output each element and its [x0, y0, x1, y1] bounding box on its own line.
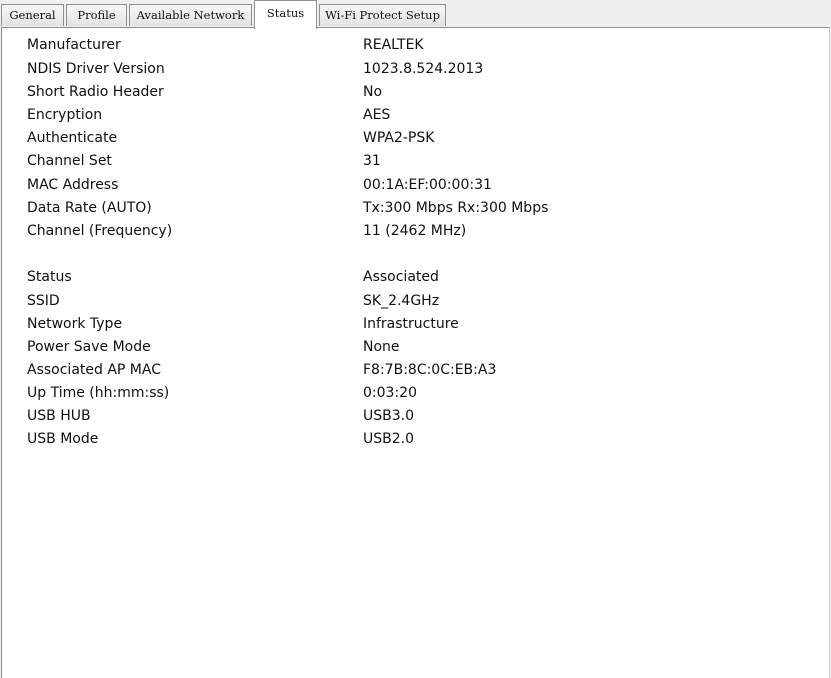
info-row-channel-frequency: Channel (Frequency) 11 (2462 MHz) [2, 220, 802, 243]
info-row-usb-hub: USB HUB USB3.0 [2, 405, 802, 428]
info-label: Channel (Frequency) [27, 223, 173, 239]
info-row-ssid: SSID SK_2.4GHz [2, 290, 802, 313]
tab-strip: General Profile Available Network Status… [0, 0, 831, 29]
info-value: 31 [363, 153, 381, 169]
info-label: Associated AP MAC [27, 362, 161, 378]
info-row-short-radio-header: Short Radio Header No [2, 81, 802, 104]
info-value: F8:7B:8C:0C:EB:A3 [363, 362, 497, 378]
info-value: 11 (2462 MHz) [363, 223, 467, 239]
info-row-mac-address: MAC Address 00:1A:EF:00:00:31 [2, 174, 802, 197]
info-row-power-save-mode: Power Save Mode None [2, 336, 802, 359]
info-value: SK_2.4GHz [363, 293, 440, 309]
info-label: Authenticate [27, 130, 118, 146]
tab-available-network[interactable]: Available Network [129, 4, 252, 26]
info-value: WPA2-PSK [363, 130, 435, 146]
info-label: Manufacturer [27, 37, 121, 53]
info-value: AES [363, 107, 391, 123]
info-label: Channel Set [27, 153, 112, 169]
status-panel: Manufacturer REALTEK NDIS Driver Version… [1, 27, 830, 678]
info-label: MAC Address [27, 177, 119, 193]
info-row-ndis-driver-version: NDIS Driver Version 1023.8.524.2013 [2, 58, 802, 81]
info-row-up-time: Up Time (hh:mm:ss) 0:03:20 [2, 382, 802, 405]
tab-wifi-protect-setup[interactable]: Wi-Fi Protect Setup [319, 4, 446, 26]
info-label: Power Save Mode [27, 339, 151, 355]
info-value: Tx:300 Mbps Rx:300 Mbps [363, 200, 549, 216]
info-label: USB Mode [27, 431, 99, 447]
info-row-manufacturer: Manufacturer REALTEK [2, 34, 802, 57]
info-label: NDIS Driver Version [27, 61, 165, 77]
info-label: Status [27, 269, 72, 285]
info-value: Infrastructure [363, 316, 459, 332]
info-value: Associated [363, 269, 439, 285]
info-value: 1023.8.524.2013 [363, 61, 484, 77]
info-row-data-rate: Data Rate (AUTO) Tx:300 Mbps Rx:300 Mbps [2, 197, 802, 220]
info-row-associated-ap-mac: Associated AP MAC F8:7B:8C:0C:EB:A3 [2, 359, 802, 382]
info-value: USB2.0 [363, 431, 415, 447]
info-row-usb-mode: USB Mode USB2.0 [2, 428, 802, 451]
info-label: Up Time (hh:mm:ss) [27, 385, 170, 401]
info-row-encryption: Encryption AES [2, 104, 802, 127]
info-row-authenticate: Authenticate WPA2-PSK [2, 127, 802, 150]
info-label: Encryption [27, 107, 103, 123]
info-row-network-type: Network Type Infrastructure [2, 313, 802, 336]
info-value: USB3.0 [363, 408, 415, 424]
info-row-channel-set: Channel Set 31 [2, 150, 802, 173]
info-value: None [363, 339, 400, 355]
info-value: No [363, 84, 383, 100]
info-value: 00:1A:EF:00:00:31 [363, 177, 492, 193]
info-value: REALTEK [363, 37, 424, 53]
info-label: Data Rate (AUTO) [27, 200, 152, 216]
info-row-status: Status Associated [2, 266, 802, 289]
info-label: Short Radio Header [27, 84, 164, 100]
info-label: USB HUB [27, 408, 91, 424]
tab-profile[interactable]: Profile [66, 4, 127, 26]
info-value: 0:03:20 [363, 385, 417, 401]
info-label: Network Type [27, 316, 123, 332]
tab-general[interactable]: General [1, 4, 64, 26]
info-label: SSID [27, 293, 60, 309]
tab-status[interactable]: Status [254, 0, 317, 29]
